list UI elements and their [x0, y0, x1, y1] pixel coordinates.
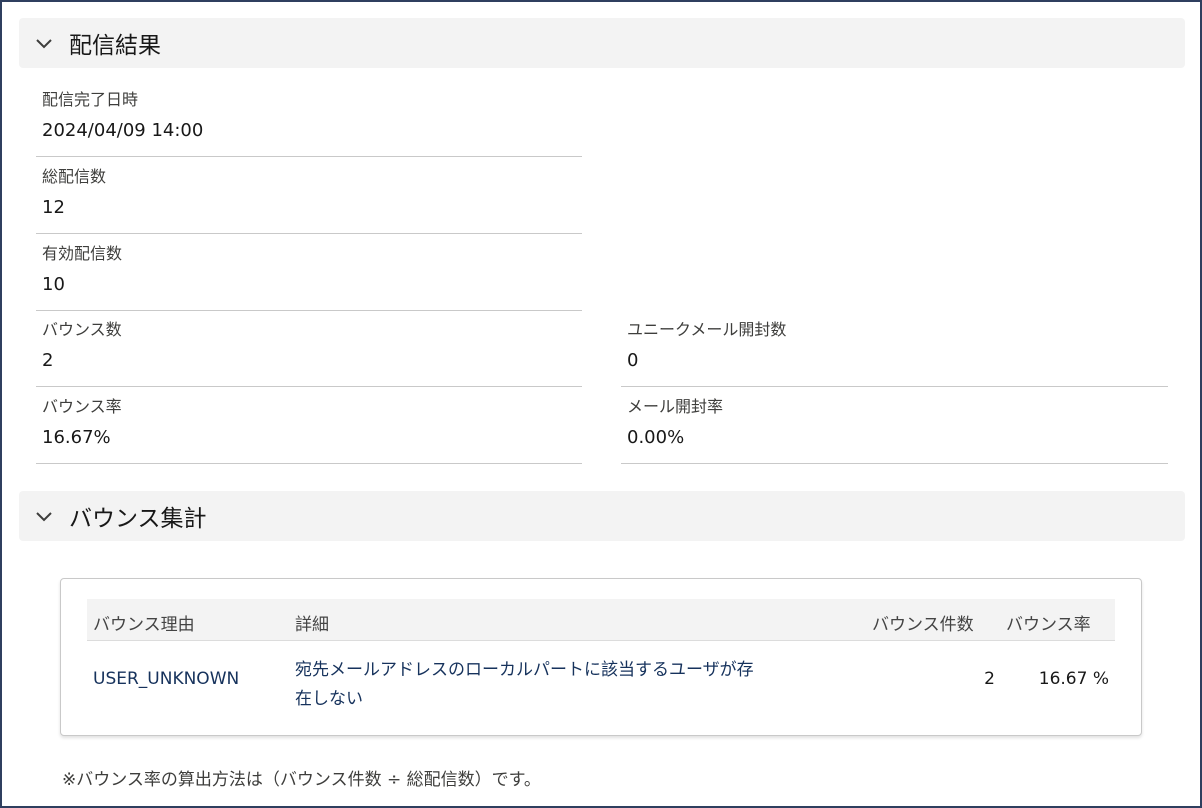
bounce-rate-note: ※バウンス率の算出方法は（バウンス件数 ÷ 総配信数）です。 [62, 770, 541, 790]
bounce-rate-cell: 16.67 % [1038, 669, 1109, 689]
bounce-detail-line2: 在しない [295, 689, 363, 709]
page-frame: 配信結果 配信完了日時 2024/04/09 14:00 総配信数 12 有効配… [0, 0, 1202, 808]
field-value: 10 [42, 274, 65, 295]
column-header-reason[interactable]: バウンス理由 [93, 610, 195, 635]
bounce-count-cell: 2 [984, 669, 995, 689]
chevron-down-icon[interactable] [35, 34, 53, 52]
field-bounce-count: バウンス数 2 [36, 310, 582, 387]
field-unique-opens: ユニークメール開封数 0 [621, 310, 1168, 387]
field-label: メール開封率 [627, 397, 724, 416]
chevron-down-icon[interactable] [35, 507, 53, 525]
bounce-detail-line1: 宛先メールアドレスのローカルパートに該当するユーザが存 [295, 660, 754, 680]
field-value: 16.67% [42, 427, 111, 448]
field-label: バウンス率 [42, 397, 122, 416]
section-title: バウンス集計 [69, 506, 207, 532]
field-value: 0.00% [627, 427, 685, 448]
column-header-count[interactable]: バウンス件数 [872, 610, 974, 635]
bounce-table-card: バウンス理由 詳細 バウンス件数 バウンス率 USER_UNKNOWN 宛先メー… [60, 578, 1142, 736]
bounce-reason-cell: USER_UNKNOWN [93, 669, 240, 689]
field-completed-at: 配信完了日時 2024/04/09 14:00 [36, 80, 582, 157]
section-header-bounce-summary[interactable]: バウンス集計 [19, 491, 1185, 541]
field-value: 0 [627, 350, 639, 371]
field-value: 12 [42, 197, 65, 218]
column-header-rate[interactable]: バウンス率 [1006, 610, 1091, 635]
field-total-sent: 総配信数 12 [36, 157, 582, 234]
field-valid-sent: 有効配信数 10 [36, 234, 582, 311]
field-label: 有効配信数 [42, 244, 123, 263]
field-bounce-rate: バウンス率 16.67% [36, 387, 582, 464]
section-header-results[interactable]: 配信結果 [19, 18, 1185, 68]
field-label: バウンス数 [42, 320, 122, 339]
column-header-detail[interactable]: 詳細 [295, 610, 329, 635]
section-title: 配信結果 [69, 33, 161, 59]
field-value: 2 [42, 350, 54, 371]
table-header: バウンス理由 詳細 バウンス件数 バウンス率 [87, 599, 1115, 641]
field-label: 配信完了日時 [42, 90, 139, 109]
field-value: 2024/04/09 14:00 [42, 120, 204, 141]
field-label: 総配信数 [42, 167, 107, 186]
field-label: ユニークメール開封数 [627, 320, 787, 339]
field-open-rate: メール開封率 0.00% [621, 387, 1168, 464]
